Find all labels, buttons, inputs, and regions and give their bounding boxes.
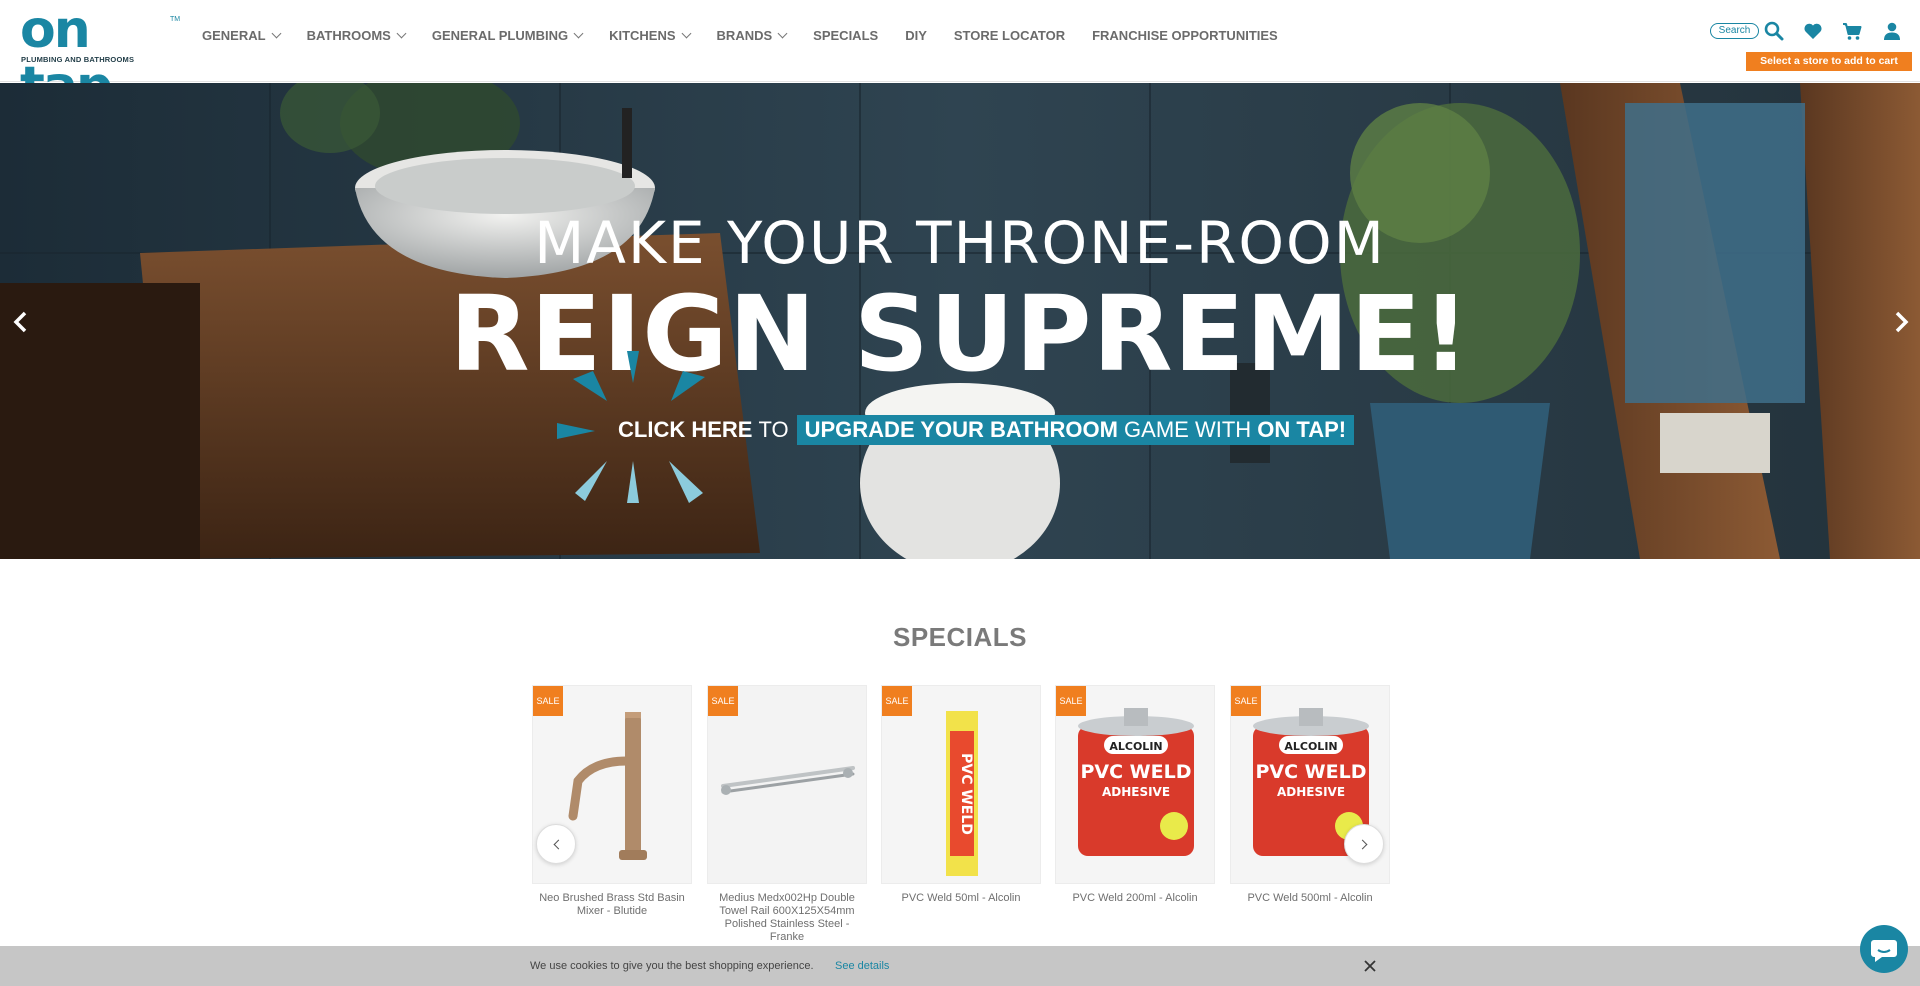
heart-icon[interactable] — [1802, 20, 1824, 42]
nav-label: STORE LOCATOR — [953, 28, 1066, 43]
svg-text:ADHESIVE: ADHESIVE — [1102, 785, 1170, 799]
chevron-left-icon — [553, 839, 563, 849]
nav-label: DIY — [905, 28, 927, 43]
nav-diy[interactable]: DIY — [905, 28, 927, 43]
logo-trademark: TM — [170, 16, 181, 23]
close-icon[interactable] — [1362, 958, 1378, 974]
specials-heading: SPECIALS — [892, 622, 1028, 652]
chevron-down-icon — [271, 28, 282, 39]
product-name[interactable]: PVC Weld 500ml - Alcolin — [1230, 892, 1390, 905]
chevron-down-icon — [777, 28, 788, 39]
hero-headline-bold: REIGN SUPREME! — [449, 273, 1471, 395]
cookie-banner: We use cookies to give you the best shop… — [0, 946, 1920, 986]
nav-store-locator[interactable]: STORE LOCATOR — [954, 28, 1065, 43]
search-icon[interactable] — [1763, 20, 1785, 42]
nav-label: BATHROOMS — [306, 28, 391, 43]
sale-badge: SALE — [1231, 686, 1261, 716]
search-input[interactable]: Search — [1710, 23, 1759, 39]
product-name[interactable]: PVC Weld 50ml - Alcolin — [881, 892, 1041, 905]
cookie-message: We use cookies to give you the best shop… — [530, 960, 814, 972]
svg-text:ALCOLIN: ALCOLIN — [1284, 740, 1337, 753]
product-card[interactable]: SALE Neo Brushed Brass Std Basin Mixer -… — [532, 685, 692, 918]
site-logo[interactable]: on tap TM PLUMBING AND BATHROOMS — [20, 2, 180, 114]
sale-badge: SALE — [882, 686, 912, 716]
product-image[interactable]: SALE — [707, 685, 867, 884]
product-card[interactable]: SALE PVC WELD PVC Weld 50ml - Alcolin — [881, 685, 1041, 905]
svg-text:ALCOLIN: ALCOLIN — [1109, 740, 1162, 753]
nav-label: GENERAL PLUMBING — [431, 28, 569, 43]
nav-bathrooms[interactable]: BATHROOMS — [306, 28, 407, 43]
sale-badge: SALE — [533, 686, 563, 716]
hero-next-arrow-icon[interactable] — [1888, 309, 1914, 335]
chevron-down-icon — [573, 28, 584, 39]
carousel-next-button[interactable] — [1344, 824, 1384, 864]
hero-banner[interactable]: MAKE YOUR THRONE-ROOM REIGN SUPREME! CLI… — [0, 83, 1920, 559]
hero-headline: MAKE YOUR THRONE-ROOM — [534, 209, 1386, 277]
product-card[interactable]: SALE ALCOLIN PVC WELD ADHESIVE PVC Weld … — [1055, 685, 1215, 905]
nav-label: GENERAL — [202, 28, 266, 43]
svg-text:ADHESIVE: ADHESIVE — [1277, 785, 1345, 799]
nav-label: KITCHENS — [609, 28, 676, 43]
nav-franchise-opportunities[interactable]: FRANCHISE OPPORTUNITIES — [1092, 28, 1278, 43]
user-icon[interactable] — [1881, 20, 1903, 42]
svg-text:PVC WELD: PVC WELD — [1080, 761, 1191, 783]
nav-general-plumbing[interactable]: GENERAL PLUMBING — [431, 28, 584, 43]
select-store-button[interactable]: Select a store to add to cart — [1746, 52, 1912, 71]
chat-launcher-button[interactable] — [1860, 925, 1908, 973]
cta-click-here: CLICK HERE — [618, 417, 753, 442]
product-image[interactable]: SALE ALCOLIN PVC WELD ADHESIVE — [1055, 685, 1215, 884]
cookie-details-link[interactable]: See details — [835, 960, 889, 972]
logo-tagline: PLUMBING AND BATHROOMS — [21, 55, 135, 64]
nav-kitchens[interactable]: KITCHENS — [609, 28, 691, 43]
cart-icon[interactable] — [1841, 20, 1863, 42]
cta-game: GAME WITH — [1124, 417, 1252, 442]
product-image[interactable]: SALE PVC WELD — [881, 685, 1041, 884]
product-card[interactable]: SALE Medius Medx002Hp Double Towel Rail … — [707, 685, 867, 944]
sale-badge: SALE — [1056, 686, 1086, 716]
nav-specials[interactable]: SPECIALS — [813, 28, 878, 43]
chevron-down-icon — [396, 28, 407, 39]
nav-brands[interactable]: BRANDS — [716, 28, 788, 43]
carousel-prev-button[interactable] — [536, 824, 576, 864]
cta-highlight: UPGRADE YOUR BATHROOM GAME WITH ON TAP! — [796, 415, 1355, 445]
nav-label: FRANCHISE OPPORTUNITIES — [1092, 28, 1278, 43]
sale-badge: SALE — [708, 686, 738, 716]
cta-upgrade: UPGRADE YOUR BATHROOM — [804, 417, 1118, 442]
main-nav: GENERAL BATHROOMS GENERAL PLUMBING KITCH… — [202, 28, 1305, 43]
hero-cta-link[interactable]: CLICK HERE TO UPGRADE YOUR BATHROOM GAME… — [618, 415, 1355, 445]
nav-general[interactable]: GENERAL — [202, 28, 282, 43]
chat-icon — [1871, 940, 1897, 962]
svg-text:PVC WELD: PVC WELD — [1255, 761, 1366, 783]
product-card[interactable]: SALE ALCOLIN PVC WELD ADHESIVE PVC Weld … — [1230, 685, 1390, 905]
product-name[interactable]: Neo Brushed Brass Std Basin Mixer - Blut… — [532, 892, 692, 918]
nav-label: BRANDS — [716, 28, 773, 43]
nav-label: SPECIALS — [813, 28, 879, 43]
product-name[interactable]: Medius Medx002Hp Double Towel Rail 600X1… — [707, 892, 867, 944]
hero-prev-arrow-icon[interactable] — [8, 309, 34, 335]
cta-ontap: ON TAP! — [1257, 417, 1347, 442]
site-header: on tap TM PLUMBING AND BATHROOMS GENERAL… — [0, 0, 1920, 114]
product-name[interactable]: PVC Weld 200ml - Alcolin — [1055, 892, 1215, 905]
cta-to: TO — [758, 417, 789, 442]
chevron-right-icon — [1357, 839, 1367, 849]
svg-text:PVC WELD: PVC WELD — [958, 753, 974, 835]
chevron-down-icon — [681, 28, 691, 39]
